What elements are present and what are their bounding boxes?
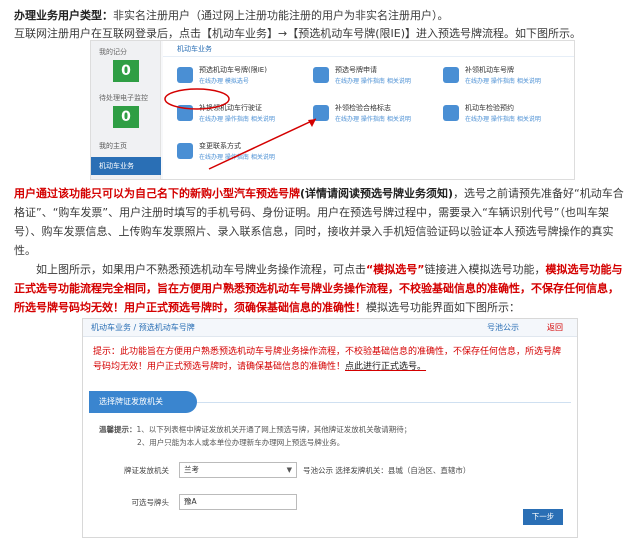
restriction-note: 用户通过该功能只可以为自己名下的新购小型汽车预选号牌 — [14, 187, 300, 200]
plate-prefix-label: 可选号牌头 — [131, 498, 170, 507]
intro-paragraph: 办理业务用户类型：非实名注册用户（通过网上注册功能注册的用户为非实名注册用户）。 — [14, 6, 628, 25]
plate-prefix-field[interactable]: 豫A — [179, 494, 297, 510]
back-link[interactable]: 返回 — [547, 319, 563, 337]
simulate-select-mention: “模拟选号” — [366, 263, 425, 276]
next-button[interactable]: 下一步 — [523, 509, 563, 525]
user-type-label: 办理业务用户类型： — [14, 9, 113, 22]
notice-link[interactable]: (详情请阅读预选号牌业务须知) — [300, 187, 453, 200]
pool-public-link[interactable]: 号池公示 — [487, 319, 519, 337]
vehicle-business-screenshot: 我的记分 0 待处理电子监控 0 我的主页 机动车业务 机动车业务 预选机动车号… — [90, 40, 575, 180]
simulation-tip: 提示：此功能旨在方便用户熟悉预选机动车号牌业务操作流程，不校验基础信息的准确性，… — [93, 347, 562, 372]
breadcrumb: 机动车业务 / 预选机动车号牌 — [91, 323, 195, 332]
annotation-arrow — [164, 88, 317, 170]
function-description: 用户通过该功能只可以为自己名下的新购小型汽车预选号牌(详情请阅读预选号牌业务须知… — [14, 187, 624, 257]
breadcrumb-bar: 机动车业务 / 预选机动车号牌 号池公示 返回 — [83, 319, 577, 337]
chevron-down-icon: ▼ — [286, 466, 292, 474]
simulation-description: 如上图所示，如果用户不熟悉预选机动车号牌业务操作流程，可点击“模拟选号”链接进入… — [14, 263, 623, 314]
formal-select-link[interactable]: 点此进行正式选号。 — [345, 362, 426, 372]
simulation-screenshot: 机动车业务 / 预选机动车号牌 号池公示 返回 提示：此功能旨在方便用户熟悉预选… — [82, 318, 578, 538]
authority-note: 号池公示 选择发牌机关：县城（自治区、直辖市） — [303, 466, 471, 475]
tab-select-authority[interactable]: 选择牌证发放机关 — [89, 391, 197, 413]
authority-row: 牌证发放机关 — [123, 465, 177, 476]
authority-select[interactable]: 兰考 ▼ — [179, 462, 297, 478]
user-type-text: 非实名注册用户（通过网上注册功能注册的用户为非实名注册用户）。 — [113, 9, 449, 22]
hint-block: 温馨提示：1、以下列表框中牌证发放机关开通了网上预选号牌，其他牌证发放机关敬请期… — [99, 425, 412, 447]
authority-label: 牌证发放机关 — [124, 466, 169, 475]
plate-prefix-row: 可选号牌头 — [123, 497, 177, 508]
